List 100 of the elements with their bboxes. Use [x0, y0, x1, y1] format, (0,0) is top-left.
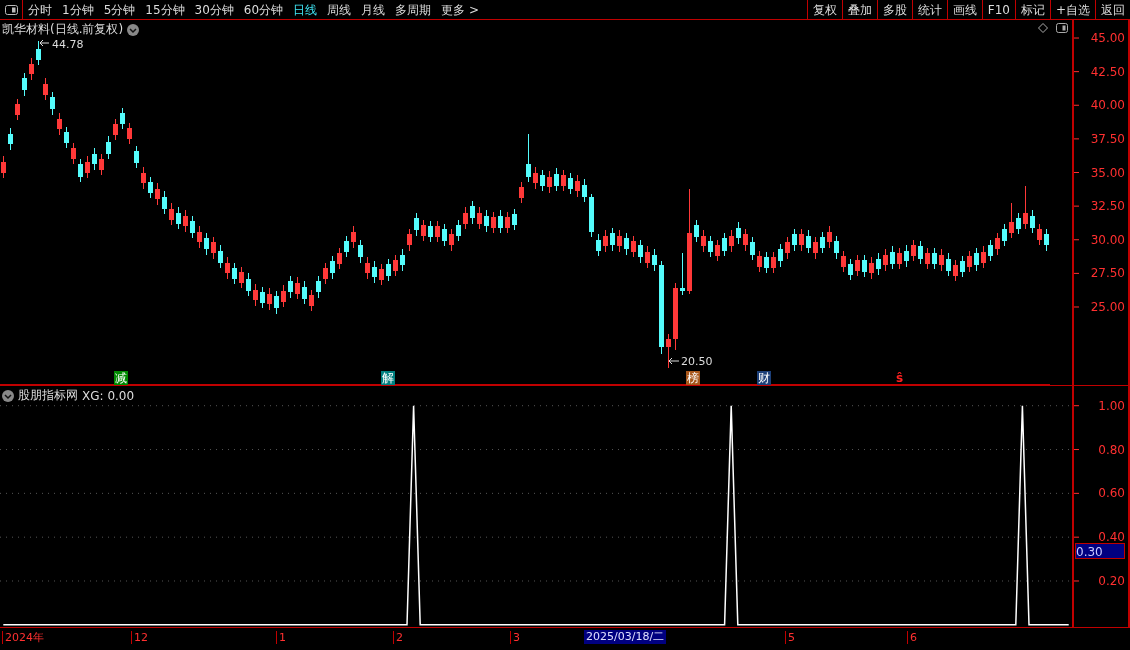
candle: [92, 147, 97, 171]
candle: [267, 287, 272, 311]
period-tab[interactable]: 多周期: [390, 0, 437, 19]
candle: [1, 155, 6, 179]
toolbar-button[interactable]: 叠加: [841, 0, 877, 19]
candle: [582, 178, 587, 203]
toolbar-button[interactable]: 返回: [1095, 0, 1130, 19]
candle: [918, 240, 923, 265]
candle: [253, 283, 258, 307]
candle: [148, 176, 153, 199]
axis-tick-label: 0.60: [1098, 486, 1125, 501]
toolbar-button[interactable]: 统计: [911, 0, 947, 19]
price-tick-label: 40.00: [1090, 98, 1125, 113]
candle: [155, 182, 160, 206]
period-tab[interactable]: 分时: [23, 0, 57, 19]
candle: [939, 248, 944, 272]
toolbar-button[interactable]: +自选: [1049, 0, 1095, 19]
candle: [190, 215, 195, 239]
date-axis-label: 1: [276, 631, 286, 644]
event-marker[interactable]: 解: [381, 371, 395, 385]
candle: [890, 246, 895, 270]
period-tab[interactable]: 15分钟: [140, 0, 190, 19]
toolbar-button[interactable]: 多股: [876, 0, 912, 19]
event-marker[interactable]: 榜: [686, 371, 700, 385]
period-tab[interactable]: 更多 >: [436, 0, 484, 19]
period-tab[interactable]: 日线: [288, 0, 323, 19]
candle: [85, 155, 90, 179]
event-marker[interactable]: ŝ: [895, 371, 905, 385]
toolbar-button[interactable]: F10: [981, 0, 1015, 19]
candle: [981, 246, 986, 269]
candle: [239, 266, 244, 289]
candle: [400, 248, 405, 272]
candle: [596, 233, 601, 257]
candle: [99, 153, 104, 176]
candle: [519, 181, 524, 204]
candle: [358, 239, 363, 264]
candle: [680, 252, 685, 296]
candle: [946, 252, 951, 277]
candle: [967, 250, 972, 273]
period-tab[interactable]: 月线: [356, 0, 391, 19]
period-tab[interactable]: 周线: [322, 0, 357, 19]
candle: [799, 228, 804, 251]
period-tab[interactable]: 1分钟: [57, 0, 99, 19]
candle: [169, 202, 174, 226]
candle: [533, 166, 538, 190]
price-tick-label: 42.50: [1090, 64, 1125, 79]
period-tab[interactable]: 5分钟: [98, 0, 141, 19]
toolbar-button[interactable]: 标记: [1014, 0, 1050, 19]
event-marker[interactable]: 减: [114, 371, 128, 385]
candle: [911, 239, 916, 262]
candle: [701, 229, 706, 253]
candle: [666, 333, 671, 368]
candle: [323, 262, 328, 285]
candle: [1016, 212, 1021, 235]
candle: [834, 235, 839, 260]
candle: [974, 247, 979, 272]
candle: [295, 276, 300, 300]
candle: [589, 193, 594, 238]
candle: [652, 248, 657, 272]
candle: [785, 236, 790, 260]
candle: [484, 209, 489, 233]
period-tab[interactable]: 30分钟: [189, 0, 239, 19]
cursor-date-label: 2025/03/18/二: [584, 630, 667, 644]
toolbar-button[interactable]: 画线: [946, 0, 982, 19]
candle: [883, 248, 888, 272]
chevron-down-icon[interactable]: [2, 389, 14, 402]
candle: [505, 211, 510, 234]
toolbar-button[interactable]: 复权: [806, 0, 842, 19]
period-tab[interactable]: 60分钟: [238, 0, 289, 19]
candle: [1037, 223, 1042, 246]
panel-toggle-icon[interactable]: [4, 4, 18, 15]
candle: [407, 228, 412, 251]
candle: [29, 57, 34, 81]
candle: [351, 225, 356, 249]
candle: [750, 236, 755, 261]
candle: [246, 272, 251, 297]
candle: [302, 280, 307, 305]
candle: [708, 235, 713, 258]
diamond-icon[interactable]: [1038, 23, 1048, 33]
candle: [463, 207, 468, 230]
candle: [456, 219, 461, 242]
candle: [897, 247, 902, 270]
candle: [386, 258, 391, 282]
candle: [512, 208, 517, 231]
arrow-icon: [39, 39, 50, 47]
event-marker[interactable]: 财: [757, 371, 771, 385]
candle: [806, 229, 811, 254]
candle: [568, 172, 573, 195]
panel-toggle-icon[interactable]: [1056, 23, 1068, 33]
price-tick-label: 37.50: [1090, 131, 1125, 146]
cursor-value-label: 0.30: [1075, 543, 1125, 559]
candle: [127, 122, 132, 145]
chevron-down-icon[interactable]: [127, 23, 140, 36]
candle: [610, 227, 615, 251]
candle: [925, 247, 930, 270]
candle: [141, 166, 146, 190]
candle: [372, 260, 377, 284]
candle: [757, 250, 762, 273]
candle: [113, 118, 118, 141]
candle: [862, 254, 867, 278]
